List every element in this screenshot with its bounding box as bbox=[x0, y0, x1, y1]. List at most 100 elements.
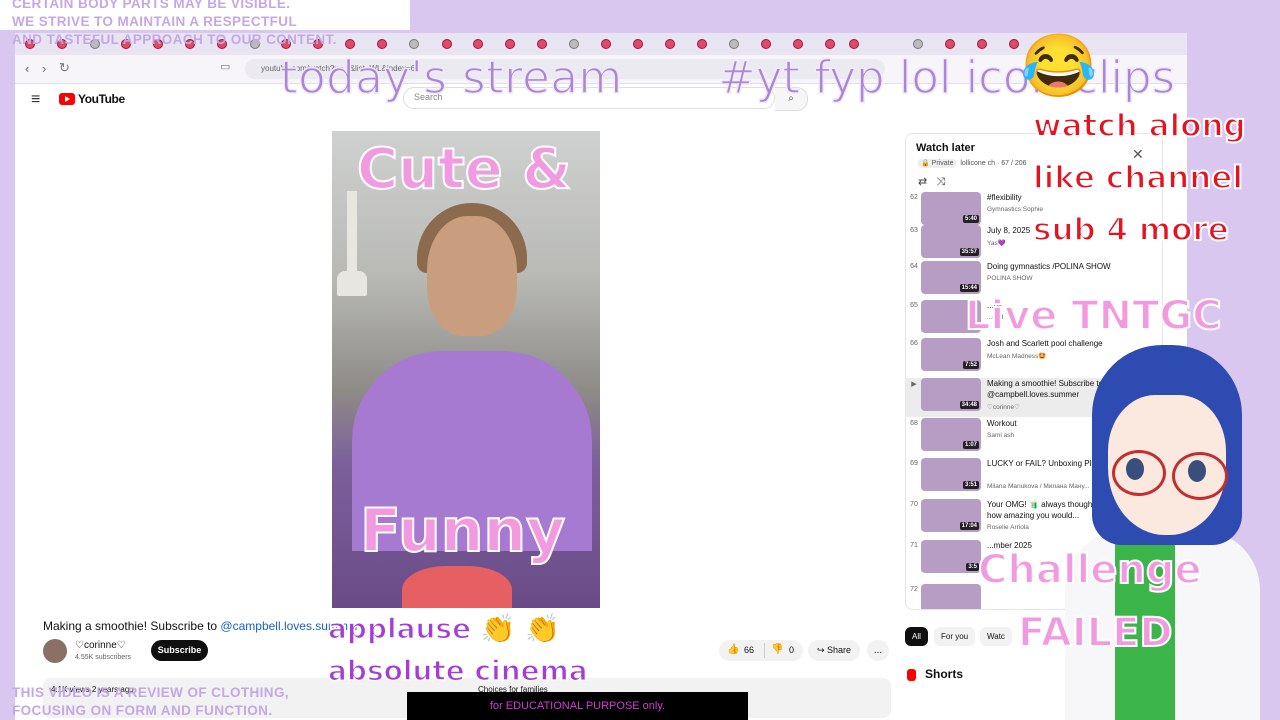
tab-favicon-icon[interactable] bbox=[601, 39, 611, 49]
playlist-item-thumbnail[interactable]: 34:48 bbox=[921, 378, 981, 411]
playlist-item-thumbnail[interactable]: 1:07 bbox=[921, 418, 981, 451]
playlist-position: 67 / 206 bbox=[1001, 160, 1027, 167]
playlist-item-duration: 35:57 bbox=[959, 248, 979, 256]
tab-favicon-icon[interactable] bbox=[729, 39, 739, 49]
playlist-owner: lollicone ch bbox=[960, 160, 995, 167]
playlist-item-index: 64 bbox=[910, 263, 918, 270]
bookmark-icon[interactable]: ▭ bbox=[220, 60, 230, 73]
tab-favicon-icon[interactable] bbox=[665, 39, 675, 49]
disclaimer-top: CERTAIN BODY PARTS MAY BE VISIBLE. WE ST… bbox=[12, 0, 337, 49]
youtube-logo[interactable]: YouTube bbox=[59, 92, 125, 106]
tab-favicon-icon[interactable] bbox=[569, 39, 579, 49]
disclaimer-bottom: THIS VIDEO IS A REVIEW OF CLOTHING, FOCU… bbox=[12, 684, 289, 720]
subscribe-button[interactable]: Subscribe bbox=[151, 640, 208, 661]
disclaimer-top-line: CERTAIN BODY PARTS MAY BE VISIBLE. bbox=[12, 0, 291, 11]
callout-sub-more: sub 4 more bbox=[1032, 211, 1230, 249]
tab-favicon-icon[interactable] bbox=[1009, 39, 1019, 49]
chip-watched[interactable]: Watc bbox=[980, 627, 1012, 646]
playlist-item-duration: 1:07 bbox=[962, 441, 979, 449]
tab-favicon-icon[interactable] bbox=[442, 39, 452, 49]
playlist-item-title: Doing gymnastics /POLINA SHOW bbox=[987, 262, 1111, 271]
playlist-item-thumbnail[interactable] bbox=[921, 584, 981, 609]
playlist-item-index: 62 bbox=[910, 194, 918, 201]
tab-favicon-icon[interactable] bbox=[345, 39, 355, 49]
playlist-item-thumbnail[interactable]: 3:51 bbox=[921, 458, 981, 491]
disclaimer-top-line: AND TASTEFUL APPROACH TO OUR CONTENT. bbox=[12, 32, 337, 47]
share-button[interactable]: ↪ Share bbox=[808, 640, 860, 661]
video-title-text: Making a smoothie! Subscribe to bbox=[43, 619, 221, 633]
playlist-item-channel: McLean Madness🤩 bbox=[987, 353, 1047, 360]
chip-for-you[interactable]: For you bbox=[934, 627, 976, 646]
tab-favicon-icon[interactable] bbox=[793, 39, 803, 49]
playlist-item-thumbnail[interactable]: 3:5 bbox=[921, 540, 981, 573]
video-frame-face bbox=[427, 216, 517, 336]
menu-icon[interactable]: ≡ bbox=[31, 91, 40, 109]
share-icon: ↪ bbox=[816, 645, 825, 655]
dislike-icon[interactable]: 👎 bbox=[771, 644, 783, 655]
disclaimer-bottom-line: THIS VIDEO IS A REVIEW OF CLOTHING, bbox=[12, 685, 290, 700]
playlist-item-thumbnail[interactable]: 35:57 bbox=[921, 225, 981, 258]
video-frame-cup bbox=[402, 566, 512, 608]
playlist-controls: ⇄ ⤨ bbox=[918, 175, 945, 189]
playlist-item-title: Josh and Scarlett pool challenge bbox=[987, 339, 1103, 348]
playlist-item-channel: Milana Manukova / Милана Ману... bbox=[987, 483, 1090, 490]
tab-favicon-icon[interactable] bbox=[697, 39, 707, 49]
shuffle-icon[interactable]: ⤨ bbox=[936, 176, 945, 188]
playlist-item-duration: 15:44 bbox=[959, 284, 979, 292]
playlist-item-channel: POLINA SHOW bbox=[987, 275, 1033, 282]
playlist-item-thumbnail[interactable]: 15:44 bbox=[921, 261, 981, 294]
challenge-text: Challenge bbox=[977, 546, 1203, 594]
shorts-heading: Shorts bbox=[925, 667, 964, 681]
stream-tags: #yt fyp lol icon clips bbox=[717, 50, 1176, 105]
lock-icon: 🔒 bbox=[921, 160, 930, 167]
more-actions-button[interactable]: ... bbox=[867, 640, 889, 661]
tab-favicon-icon[interactable] bbox=[825, 39, 835, 49]
playlist-item-index: 70 bbox=[910, 501, 918, 508]
stream-title: today's stream bbox=[279, 50, 623, 105]
youtube-play-icon bbox=[59, 93, 75, 105]
tab-favicon-icon[interactable] bbox=[377, 39, 387, 49]
chip-all[interactable]: All bbox=[905, 627, 928, 646]
back-icon[interactable]: ‹ bbox=[25, 61, 29, 76]
video-title: Making a smoothie! Subscribe to @campbel… bbox=[43, 619, 359, 633]
applause-caption: applause 👏 👏 bbox=[327, 611, 561, 646]
channel-name[interactable]: ♡corinne♡ bbox=[75, 640, 126, 651]
tab-favicon-icon[interactable] bbox=[945, 39, 955, 49]
playlist-item-channel: Yas💜 bbox=[987, 240, 1006, 247]
playlist-item-thumbnail[interactable]: 17:04 bbox=[921, 499, 981, 532]
playlist-item-index: ▶ bbox=[911, 381, 917, 388]
tab-favicon-icon[interactable] bbox=[409, 39, 419, 49]
playlist-item-thumbnail[interactable]: 7:52 bbox=[921, 338, 981, 371]
subscriber-count: 4.55K subscribers bbox=[75, 654, 132, 661]
playlist-title[interactable]: Watch later bbox=[916, 142, 975, 154]
tab-favicon-icon[interactable] bbox=[849, 39, 859, 49]
callout-like-channel: like channel bbox=[1032, 159, 1244, 197]
laughing-emoji-icon: 😂 bbox=[1020, 32, 1098, 101]
playlist-item-channel: Roselie Arriola bbox=[987, 524, 1029, 531]
playlist-item-index: 68 bbox=[910, 420, 918, 427]
vtuber-glasses-left bbox=[1112, 450, 1166, 496]
like-count: 66 bbox=[744, 645, 755, 655]
like-icon[interactable]: 👍 bbox=[727, 644, 739, 655]
video-caption-bottom: Funny bbox=[359, 495, 566, 567]
tab-favicon-icon[interactable] bbox=[913, 39, 923, 49]
tab-favicon-icon[interactable] bbox=[761, 39, 771, 49]
tab-favicon-icon[interactable] bbox=[537, 39, 547, 49]
dislike-count: 0 bbox=[789, 645, 795, 655]
disclaimer-bottom-line: FOCUSING ON FORM AND FUNCTION. bbox=[12, 703, 273, 718]
like-dislike-group: 👍 66 👎 0 bbox=[719, 640, 803, 661]
failed-text: FAILED bbox=[1017, 609, 1174, 657]
forward-icon[interactable]: › bbox=[42, 61, 46, 76]
playlist-item-thumbnail[interactable]: 5:40 bbox=[921, 192, 981, 225]
tab-favicon-icon[interactable] bbox=[505, 39, 515, 49]
channel-avatar[interactable] bbox=[43, 639, 67, 663]
playlist-item-index: 66 bbox=[910, 340, 918, 347]
playlist-item-index: 65 bbox=[910, 302, 918, 309]
tab-favicon-icon[interactable] bbox=[633, 39, 643, 49]
callout-watch-along: watch along bbox=[1032, 107, 1247, 145]
tab-favicon-icon[interactable] bbox=[977, 39, 987, 49]
playlist-item-channel: Sami ash bbox=[987, 432, 1015, 439]
tab-favicon-icon[interactable] bbox=[473, 39, 483, 49]
reload-icon[interactable]: ↻ bbox=[59, 60, 70, 76]
loop-icon[interactable]: ⇄ bbox=[918, 176, 927, 188]
